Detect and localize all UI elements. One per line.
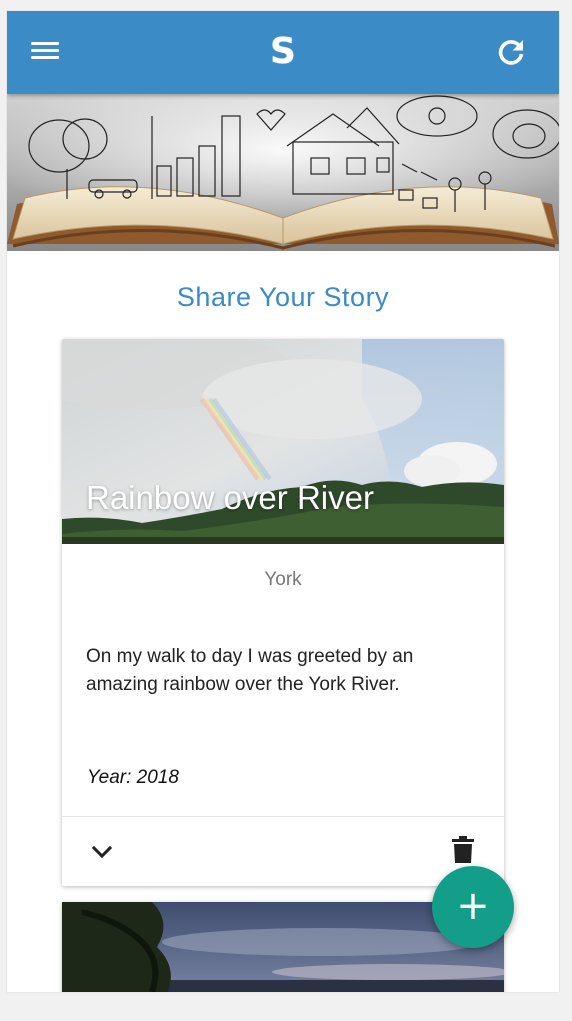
story-image: Rainbow over River	[62, 339, 504, 544]
story-year: Year: 2018	[87, 767, 179, 788]
chevron-down-icon[interactable]	[88, 839, 116, 865]
story-description: On my walk to day I was greeted by an am…	[86, 646, 414, 695]
add-story-button[interactable]: +	[432, 866, 514, 948]
refresh-icon[interactable]	[495, 37, 529, 67]
app-frame: S Share Your Story Rainbow over River Yo…	[7, 11, 559, 992]
story-location: York	[264, 569, 302, 590]
app-logo: S	[270, 31, 296, 72]
trash-icon[interactable]	[450, 835, 476, 865]
plus-icon: +	[456, 883, 490, 929]
story-card: Rainbow over River York On my walk to da…	[62, 339, 504, 886]
hero-banner-image	[7, 94, 559, 251]
app-bar: S	[7, 11, 559, 94]
menu-icon[interactable]	[31, 39, 61, 65]
card-divider	[62, 816, 504, 817]
page-title: Share Your Story	[176, 282, 390, 312]
story-title: Rainbow over River	[86, 479, 374, 516]
